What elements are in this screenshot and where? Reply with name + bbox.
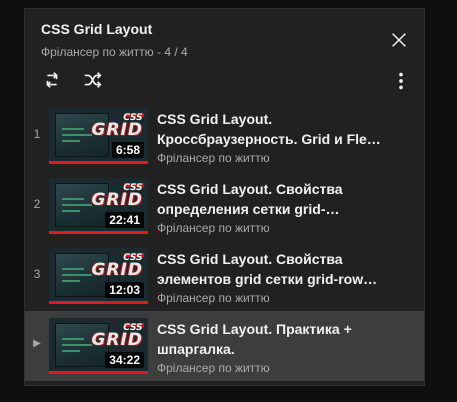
playlist-panel: CSS Grid Layout Фрілансер по життю - 4 /… [24,8,425,386]
video-thumbnail[interactable]: CSS GRID 34:22 [49,318,148,374]
channel-name: Фрілансер по життю [157,361,270,375]
watched-progress-bar [49,371,148,374]
more-options-button[interactable] [390,70,412,92]
shuffle-button[interactable] [82,69,104,91]
channel-name: Фрілансер по життю [157,221,270,235]
channel-name: Фрілансер по життю [157,291,270,305]
playlist-item-2[interactable]: 2 CSS GRID 22:41 CSS Grid Layout. Свойст… [25,171,424,241]
loop-button[interactable] [41,69,63,91]
close-icon [392,33,406,47]
video-title[interactable]: CSS Grid Layout. Свойства определения се… [157,179,387,219]
playlist-subtitle[interactable]: Фрілансер по життю - 4 / 4 [41,45,188,59]
item-index: 1 [33,127,41,141]
video-duration: 6:58 [111,142,144,158]
item-index: 2 [33,197,41,211]
playlist-item-4-current[interactable]: ▶ CSS GRID 34:22 CSS Grid Layout. Практи… [25,311,424,381]
thumbnail-word: GRID [91,190,143,210]
thumbnail-word: GRID [91,330,143,350]
video-title[interactable]: CSS Grid Layout. Практика + шпаргалка. [157,319,387,359]
thumbnail-word: GRID [91,120,143,140]
playlist-title[interactable]: CSS Grid Layout [41,21,152,37]
watched-progress-bar [49,231,148,234]
video-duration: 22:41 [105,212,144,228]
channel-name: Фрілансер по життю [157,151,270,165]
video-duration: 34:22 [105,352,144,368]
shuffle-icon [84,72,102,88]
playlist-header: CSS Grid Layout Фрілансер по життю - 4 /… [25,9,424,101]
playlist-items: 1 CSS GRID 6:58 CSS Grid Layout. Кроссбр… [25,101,424,381]
thumbnail-word: GRID [91,260,143,280]
video-thumbnail[interactable]: CSS GRID 6:58 [49,108,148,164]
video-thumbnail[interactable]: CSS GRID 12:03 [49,248,148,304]
loop-icon [46,72,58,88]
watched-progress-bar [49,161,148,164]
video-title[interactable]: CSS Grid Layout. Свойства элементов grid… [157,249,387,289]
watched-progress-bar [49,301,148,304]
video-title[interactable]: CSS Grid Layout. Кроссбраузерность. Grid… [157,109,387,149]
video-duration: 12:03 [105,282,144,298]
now-playing-icon: ▶ [33,338,41,349]
more-vertical-icon [399,72,403,90]
playlist-item-3[interactable]: 3 CSS GRID 12:03 CSS Grid Layout. Свойст… [25,241,424,311]
close-button[interactable] [388,29,410,51]
video-thumbnail[interactable]: CSS GRID 22:41 [49,178,148,234]
playlist-item-1[interactable]: 1 CSS GRID 6:58 CSS Grid Layout. Кроссбр… [25,101,424,171]
item-index: 3 [33,267,41,281]
